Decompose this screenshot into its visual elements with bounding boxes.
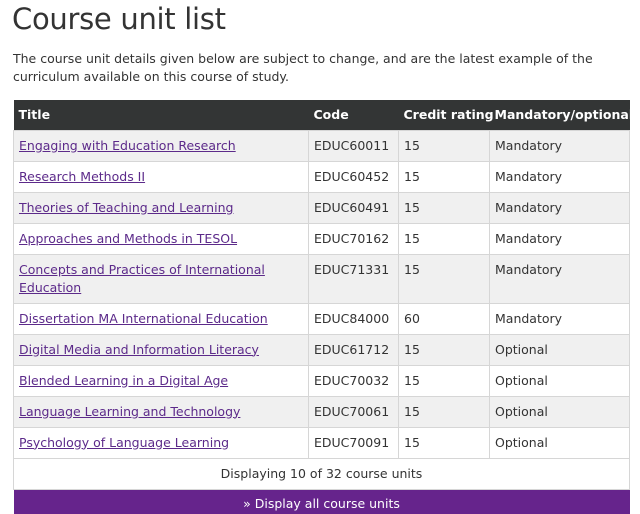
- unit-code-cell: EDUC84000: [308, 302, 399, 335]
- unit-title-cell: Language Learning and Technology: [13, 395, 309, 428]
- unit-title-link[interactable]: Theories of Teaching and Learning: [19, 200, 233, 215]
- table-row: Dissertation MA International Education …: [13, 302, 630, 335]
- table-header-row: Title Code Credit rating Mandatory/optio…: [13, 100, 633, 130]
- units-count-text: Displaying 10 of 32 course units: [13, 457, 630, 490]
- unit-title-link[interactable]: Approaches and Methods in TESOL: [19, 231, 237, 246]
- unit-status-cell: Mandatory: [489, 191, 630, 224]
- unit-status-cell: Optional: [489, 395, 630, 428]
- table-row: Theories of Teaching and Learning EDUC60…: [13, 191, 630, 224]
- unit-status-cell: Optional: [489, 333, 630, 366]
- unit-status-cell: Mandatory: [489, 222, 630, 255]
- table-row: Digital Media and Information Literacy E…: [13, 333, 630, 366]
- unit-code-cell: EDUC70162: [308, 222, 399, 255]
- unit-credit-cell: 60: [398, 302, 490, 335]
- table-row: Engaging with Education Research EDUC600…: [13, 129, 630, 162]
- unit-title-link[interactable]: Concepts and Practices of International …: [19, 262, 265, 295]
- unit-status-cell: Mandatory: [489, 160, 630, 193]
- unit-credit-cell: 15: [398, 222, 490, 255]
- unit-title-link[interactable]: Engaging with Education Research: [19, 138, 236, 153]
- header-title: Title: [13, 100, 309, 130]
- unit-code-cell: EDUC70091: [308, 426, 399, 459]
- unit-status-cell: Optional: [489, 426, 630, 459]
- header-mandatory-optional: Mandatory/optional: [489, 100, 633, 130]
- table-row: Research Methods II EDUC60452 15 Mandato…: [13, 160, 630, 193]
- page-title: Course unit list: [12, 2, 226, 36]
- unit-code-cell: EDUC60452: [308, 160, 399, 193]
- unit-title-cell: Dissertation MA International Education: [13, 302, 309, 335]
- unit-title-cell: Approaches and Methods in TESOL: [13, 222, 309, 255]
- unit-code-cell: EDUC71331: [308, 253, 399, 304]
- unit-title-cell: Theories of Teaching and Learning: [13, 191, 309, 224]
- intro-text: The course unit details given below are …: [13, 51, 593, 84]
- unit-title-cell: Digital Media and Information Literacy: [13, 333, 309, 366]
- table-row: Concepts and Practices of International …: [13, 253, 630, 304]
- table-footer-count-row: Displaying 10 of 32 course units: [13, 457, 630, 490]
- unit-credit-cell: 15: [398, 364, 490, 397]
- unit-title-link[interactable]: Blended Learning in a Digital Age: [19, 373, 228, 388]
- unit-status-cell: Optional: [489, 364, 630, 397]
- header-credit-rating: Credit rating: [398, 100, 494, 130]
- unit-title-link[interactable]: Research Methods II: [19, 169, 145, 184]
- unit-title-cell: Concepts and Practices of International …: [13, 253, 309, 304]
- unit-status-cell: Mandatory: [489, 253, 630, 304]
- unit-code-cell: EDUC61712: [308, 333, 399, 366]
- unit-credit-cell: 15: [398, 191, 490, 224]
- unit-title-cell: Research Methods II: [13, 160, 309, 193]
- unit-credit-cell: 15: [398, 395, 490, 428]
- unit-credit-cell: 15: [398, 253, 490, 304]
- unit-title-link[interactable]: Digital Media and Information Literacy: [19, 342, 259, 357]
- unit-code-cell: EDUC60011: [308, 129, 399, 162]
- header-code: Code: [308, 100, 399, 130]
- unit-title-cell: Blended Learning in a Digital Age: [13, 364, 309, 397]
- unit-credit-cell: 15: [398, 426, 490, 459]
- table-row: Approaches and Methods in TESOL EDUC7016…: [13, 222, 630, 255]
- unit-credit-cell: 15: [398, 160, 490, 193]
- display-all-units-button[interactable]: » Display all course units: [13, 489, 630, 514]
- table-row: Blended Learning in a Digital Age EDUC70…: [13, 364, 630, 397]
- table-row: Language Learning and Technology EDUC700…: [13, 395, 630, 428]
- unit-title-cell: Psychology of Language Learning: [13, 426, 309, 459]
- unit-title-link[interactable]: Dissertation MA International Education: [19, 311, 268, 326]
- unit-title-link[interactable]: Language Learning and Technology: [19, 404, 240, 419]
- unit-status-cell: Mandatory: [489, 302, 630, 335]
- unit-code-cell: EDUC70061: [308, 395, 399, 428]
- unit-code-cell: EDUC70032: [308, 364, 399, 397]
- course-units-table: Title Code Credit rating Mandatory/optio…: [13, 100, 633, 514]
- unit-status-cell: Mandatory: [489, 129, 630, 162]
- table-row: Psychology of Language Learning EDUC7009…: [13, 426, 630, 459]
- unit-credit-cell: 15: [398, 333, 490, 366]
- unit-title-link[interactable]: Psychology of Language Learning: [19, 435, 229, 450]
- unit-credit-cell: 15: [398, 129, 490, 162]
- unit-code-cell: EDUC60491: [308, 191, 399, 224]
- table-footer-action-row: » Display all course units: [13, 489, 630, 514]
- unit-title-cell: Engaging with Education Research: [13, 129, 309, 162]
